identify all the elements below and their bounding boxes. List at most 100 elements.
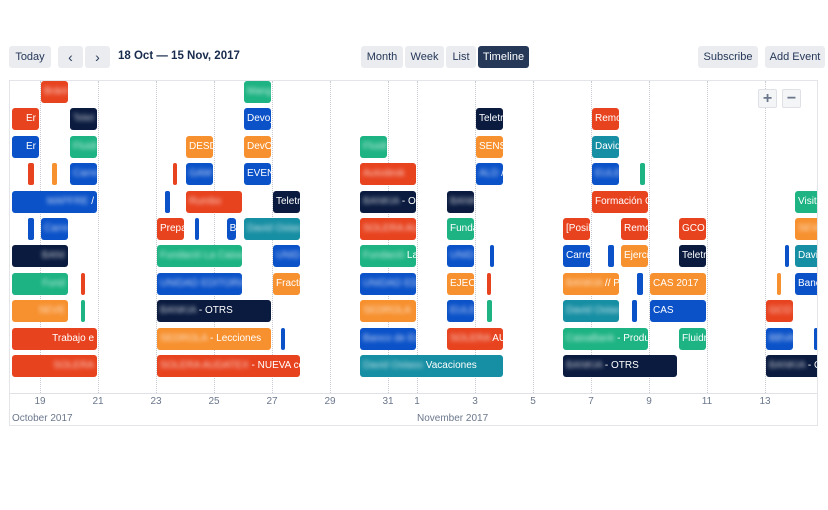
- timeline-event[interactable]: UNIDAD EDI: [360, 272, 416, 295]
- timeline-event[interactable]: Carre: [70, 163, 97, 186]
- timeline-event[interactable]: BANKIA - OTRS: [563, 355, 677, 377]
- timeline-event[interactable]: Autodesk: [360, 163, 416, 186]
- timeline-event[interactable]: [Posil: [563, 218, 590, 240]
- timeline-event[interactable]: Funda: [447, 218, 474, 240]
- timeline-event[interactable]: Remo: [592, 108, 619, 131]
- timeline-event[interactable]: David Ostas: [563, 300, 619, 323]
- prev-button[interactable]: ‹: [58, 46, 83, 68]
- timeline-event[interactable]: SEDROLA - Lecciones: [157, 327, 271, 350]
- timeline-event[interactable]: Devoj: [244, 108, 271, 131]
- timeline-event[interactable]: Fracti: [273, 272, 300, 295]
- add-event-button[interactable]: Add Event: [765, 46, 825, 68]
- timeline-event[interactable]: GCO: [679, 218, 706, 240]
- timeline-event[interactable]: Carre: [41, 218, 68, 240]
- timeline-event[interactable]: Er: [12, 108, 39, 131]
- timeline-event[interactable]: [28, 163, 35, 186]
- timeline-event[interactable]: [608, 245, 615, 268]
- timeline-event[interactable]: BANKIA // P: [563, 272, 619, 295]
- timeline-event[interactable]: EVEN: [244, 163, 271, 186]
- timeline-event[interactable]: DevO: [244, 135, 271, 158]
- timeline-event[interactable]: [280, 327, 285, 350]
- timeline-event[interactable]: Fund: [12, 272, 68, 295]
- timeline-event[interactable]: David Ostaso Vacaciones: [360, 355, 503, 377]
- timeline-event[interactable]: GAM: [186, 163, 213, 186]
- timeline-event[interactable]: [80, 300, 85, 323]
- timeline-event[interactable]: BBVA: [766, 327, 793, 350]
- zoom-in-button[interactable]: +: [758, 89, 777, 108]
- today-button[interactable]: Today: [9, 46, 51, 68]
- view-list-button[interactable]: List: [446, 46, 476, 68]
- timeline-event[interactable]: SEVE: [795, 218, 817, 240]
- timeline-event[interactable]: Prepa: [157, 218, 184, 240]
- timeline-event[interactable]: ALD /: [476, 163, 503, 186]
- timeline-event[interactable]: EULE: [447, 300, 474, 323]
- timeline-event[interactable]: [80, 272, 85, 295]
- timeline-event[interactable]: Fundació La: [360, 245, 416, 268]
- timeline-event[interactable]: Formación C: [592, 190, 648, 213]
- view-month-button[interactable]: Month: [361, 46, 403, 68]
- timeline-event[interactable]: Visita: [795, 190, 817, 213]
- timeline-event[interactable]: Fluidr: [679, 327, 706, 350]
- view-timeline-button[interactable]: Timeline: [478, 46, 529, 68]
- timeline-event[interactable]: Fundació La Caixa: [157, 245, 242, 268]
- timeline-event[interactable]: David Ostas: [244, 218, 300, 240]
- timeline-event[interactable]: Trabajo e: [12, 327, 97, 350]
- timeline-event[interactable]: Fluidi: [70, 135, 97, 158]
- timeline-event[interactable]: David: [592, 135, 619, 158]
- zoom-out-button[interactable]: −: [782, 89, 801, 108]
- timeline-event[interactable]: CAS: [650, 300, 706, 323]
- timeline-event[interactable]: SOLERA AU: [360, 218, 416, 240]
- timeline-event[interactable]: BANK: [447, 190, 474, 213]
- timeline-event[interactable]: [173, 163, 178, 186]
- timeline-event[interactable]: SENS: [476, 135, 503, 158]
- timeline-event[interactable]: Teletr: [476, 108, 503, 131]
- timeline-event[interactable]: [164, 190, 171, 213]
- timeline-event[interactable]: DESD: [186, 135, 213, 158]
- timeline-event[interactable]: Carre: [563, 245, 590, 268]
- timeline-event[interactable]: [489, 245, 494, 268]
- timeline-event[interactable]: [486, 300, 493, 323]
- timeline-event[interactable]: EJECI: [447, 272, 474, 295]
- timeline-event[interactable]: GCO: [766, 300, 793, 323]
- timeline-event[interactable]: CAS 2017: [650, 272, 706, 295]
- timeline-event[interactable]: B: [226, 218, 237, 240]
- timeline-event[interactable]: SEVE: [12, 300, 68, 323]
- timeline-event[interactable]: Teletr: [679, 245, 706, 268]
- timeline-event[interactable]: David: [795, 245, 817, 268]
- timeline-event[interactable]: [195, 218, 200, 240]
- timeline-event[interactable]: Telet: [70, 108, 97, 131]
- timeline-event[interactable]: BANKIA - OT: [766, 355, 817, 377]
- timeline-event[interactable]: BANKIA - O': [360, 190, 416, 213]
- timeline-event[interactable]: BANI: [12, 245, 68, 268]
- timeline-event[interactable]: SOLERA AU: [447, 327, 503, 350]
- timeline-event[interactable]: Bránt: [41, 81, 68, 103]
- timeline-event[interactable]: EULE: [592, 163, 619, 186]
- next-button[interactable]: ›: [85, 46, 110, 68]
- timeline-event[interactable]: SOLERA AUDATEX - NUEVA col: [157, 355, 300, 377]
- timeline-event[interactable]: BANKIA - OTRS: [157, 300, 271, 323]
- timeline-event[interactable]: Mang: [244, 81, 271, 103]
- timeline-event[interactable]: MAPFRE /: [12, 190, 97, 213]
- subscribe-button[interactable]: Subscribe: [698, 46, 758, 68]
- timeline-event[interactable]: SEDROLA: [360, 300, 416, 323]
- timeline-event[interactable]: [814, 327, 817, 350]
- timeline-event[interactable]: CaixaBank - Produ: [563, 327, 648, 350]
- timeline-event[interactable]: Fluidi: [360, 135, 387, 158]
- timeline-event[interactable]: Banco: [795, 272, 817, 295]
- view-week-button[interactable]: Week: [405, 46, 444, 68]
- timeline-event[interactable]: [486, 272, 491, 295]
- timeline-event[interactable]: Teletr: [273, 190, 300, 213]
- timeline-event[interactable]: Er: [12, 135, 39, 158]
- timeline-event[interactable]: [776, 272, 781, 295]
- timeline-event[interactable]: Remc: [621, 218, 648, 240]
- timeline-event[interactable]: Ejerci: [621, 245, 648, 268]
- timeline-event[interactable]: [640, 163, 645, 186]
- timeline-event[interactable]: Rumbo: [186, 190, 242, 213]
- timeline-event[interactable]: Banco de Es: [360, 327, 416, 350]
- timeline-event[interactable]: UNIDAD EDITORIA: [157, 272, 242, 295]
- timeline-event[interactable]: [637, 272, 644, 295]
- timeline-event[interactable]: [785, 245, 790, 268]
- timeline-event[interactable]: [631, 300, 638, 323]
- timeline-event[interactable]: SOLERA: [12, 355, 97, 377]
- timeline-event[interactable]: [51, 163, 58, 186]
